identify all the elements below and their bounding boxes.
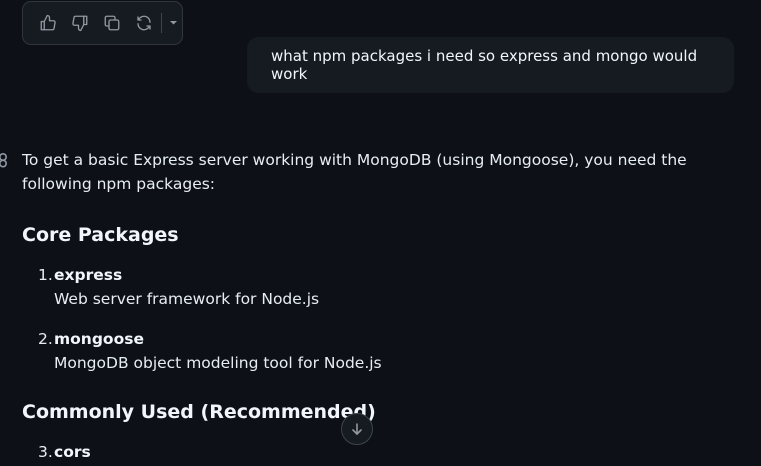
section-heading-recommended: Commonly Used (Recommended) bbox=[22, 401, 376, 423]
section-heading-core: Core Packages bbox=[22, 224, 179, 246]
copy-icon bbox=[104, 15, 120, 31]
assistant-avatar-icon bbox=[0, 153, 7, 168]
list-item: 2.mongoose MongoDB object modeling tool … bbox=[38, 327, 382, 375]
scroll-to-bottom-button[interactable] bbox=[341, 413, 373, 445]
package-description: Web server framework for Node.js bbox=[54, 290, 320, 308]
message-actions-toolbar bbox=[22, 1, 183, 45]
list-item-number: 2. bbox=[38, 330, 53, 348]
list-item: 3.cors bbox=[38, 440, 91, 464]
arrow-down-icon bbox=[352, 423, 362, 435]
chevron-down-icon bbox=[169, 21, 177, 25]
assistant-response: To get a basic Express server working wi… bbox=[22, 148, 747, 461]
toolbar-divider bbox=[161, 13, 162, 33]
list-item: 1.express Web server framework for Node.… bbox=[38, 263, 319, 311]
package-name: mongoose bbox=[54, 330, 144, 348]
list-item-number: 3. bbox=[38, 443, 53, 461]
package-name: cors bbox=[54, 443, 91, 461]
user-message: what npm packages i need so express and … bbox=[247, 37, 734, 93]
thumbs-up-icon bbox=[40, 14, 56, 31]
package-description: MongoDB object modeling tool for Node.js bbox=[54, 354, 382, 372]
thumbs-up-button[interactable] bbox=[32, 7, 64, 39]
refresh-icon bbox=[137, 15, 151, 31]
list-item-number: 1. bbox=[38, 266, 53, 284]
user-message-text: what npm packages i need so express and … bbox=[271, 47, 698, 83]
package-name: express bbox=[54, 266, 123, 284]
response-intro: To get a basic Express server working wi… bbox=[22, 151, 687, 193]
more-options-button[interactable] bbox=[164, 7, 182, 39]
regenerate-button[interactable] bbox=[128, 7, 160, 39]
chat-view: what npm packages i need so express and … bbox=[0, 0, 761, 466]
thumbs-down-button[interactable] bbox=[64, 7, 96, 39]
copy-button[interactable] bbox=[96, 7, 128, 39]
thumbs-down-icon bbox=[72, 15, 88, 32]
